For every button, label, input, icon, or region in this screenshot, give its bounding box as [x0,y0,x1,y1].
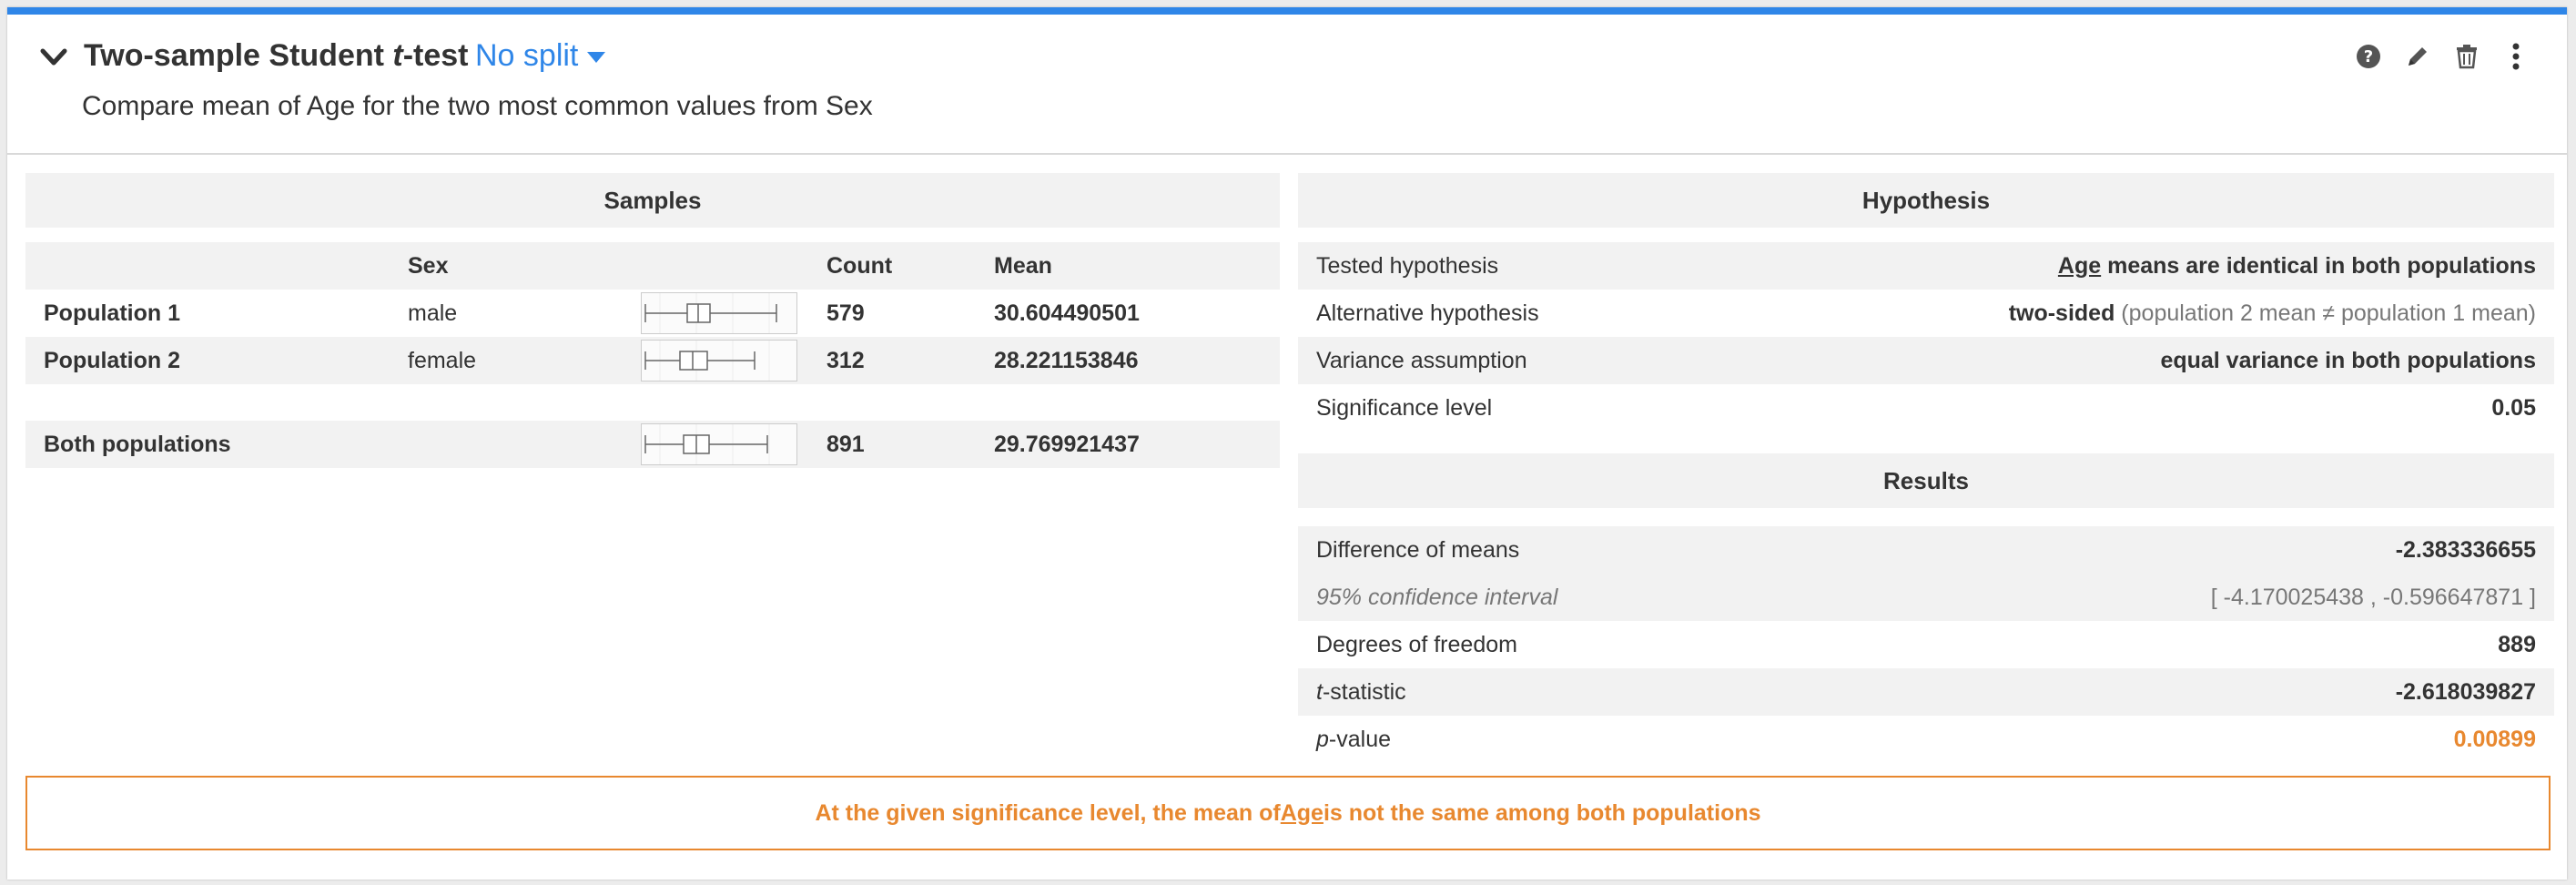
card-header: Two-sample Student t-test No split Compa… [7,15,2567,155]
table-row: Population 2 female 312 28.221153846 [25,337,1280,384]
variance-assumption-label: Variance assumption [1316,347,1527,373]
hypothesis-section-title: Hypothesis [1298,173,2554,228]
difference-of-means-value: -2.383336655 [2395,536,2536,563]
significance-level-label: Significance level [1316,394,1493,421]
sex-value: male [408,300,458,326]
card-subtitle: Compare mean of Age for the two most com… [82,91,873,121]
count-value: 579 [827,300,865,326]
boxplot-population-2 [641,340,797,381]
help-icon[interactable]: ? [2354,42,2383,71]
table-row: Difference of means -2.383336655 [1298,526,2554,574]
alternative-hypothesis-label: Alternative hypothesis [1316,300,1539,326]
mean-value: 28.221153846 [994,347,1139,373]
table-row: 95% confidence interval [ -4.170025438 ,… [1298,574,2554,621]
col-sex: Sex [408,252,449,279]
hypothesis-table: Tested hypothesis Age means are identica… [1298,242,2554,432]
tested-hypothesis-label: Tested hypothesis [1316,252,1499,279]
caret-down-icon [587,52,606,64]
more-vertical-icon[interactable] [2501,42,2530,71]
col-mean: Mean [994,252,1052,279]
samples-header-row: Sex Count Mean [25,242,1280,290]
col-count: Count [827,252,893,279]
results-table: Difference of means -2.383336655 95% con… [1298,526,2554,763]
card-actions: ? [2354,42,2530,71]
t-statistic-value: -2.618039827 [2395,678,2536,705]
table-row-total: Both populations 891 29.769921437 [25,421,1280,468]
card-title: Two-sample Student t-test [84,38,469,73]
p-value-label: p-value [1316,726,1391,752]
edit-icon[interactable] [2403,42,2432,71]
confidence-interval-label: 95% confidence interval [1316,584,1558,610]
split-dropdown[interactable]: No split [475,38,606,74]
trash-icon[interactable] [2452,42,2481,71]
degrees-of-freedom-value: 889 [2498,631,2536,657]
t-statistic-label: t-statistic [1316,678,1406,705]
count-value: 312 [827,347,865,373]
samples-table: Sex Count Mean Population 1 male 579 30.… [25,242,1280,468]
ttest-card: Two-sample Student t-test No split Compa… [7,7,2567,880]
alternative-hypothesis-value: two-sided (population 2 mean ≠ populatio… [2008,300,2536,326]
boxplot-both-populations [641,423,797,465]
degrees-of-freedom-label: Degrees of freedom [1316,631,1517,657]
population-label: Both populations [44,431,231,457]
split-label: No split [475,38,579,73]
samples-section-title: Samples [25,173,1280,228]
table-row: Significance level 0.05 [1298,384,2554,432]
table-row: Alternative hypothesis two-sided (popula… [1298,290,2554,337]
conclusion-banner: At the given significance level, the mea… [25,776,2551,850]
col-boxplot [641,242,827,290]
results-section-title: Results [1298,453,2554,508]
table-row: Variance assumption equal variance in bo… [1298,337,2554,384]
difference-of-means-label: Difference of means [1316,536,1520,563]
mean-value: 30.604490501 [994,300,1140,326]
population-label: Population 1 [44,300,180,326]
tested-hypothesis-value: Age means are identical in both populati… [2057,252,2536,279]
count-value: 891 [827,431,865,457]
confidence-interval-value: [ -4.170025438 , -0.596647871 ] [2210,584,2536,610]
sex-value: female [408,347,477,373]
table-row: t-statistic -2.618039827 [1298,668,2554,716]
population-label: Population 2 [44,347,180,373]
boxplot-population-1 [641,292,797,334]
significance-level-value: 0.05 [2491,394,2536,421]
variance-assumption-value: equal variance in both populations [2160,347,2536,373]
table-row: Degrees of freedom 889 [1298,621,2554,668]
chevron-down-icon[interactable] [38,42,69,73]
col-population [25,242,408,290]
table-row: Tested hypothesis Age means are identica… [1298,242,2554,290]
p-value-value: 0.00899 [2453,726,2536,752]
table-row: Population 1 male 579 30.604490501 [25,290,1280,337]
mean-value: 29.769921437 [994,431,1140,457]
table-row: p-value 0.00899 [1298,716,2554,763]
svg-text:?: ? [2364,47,2373,66]
